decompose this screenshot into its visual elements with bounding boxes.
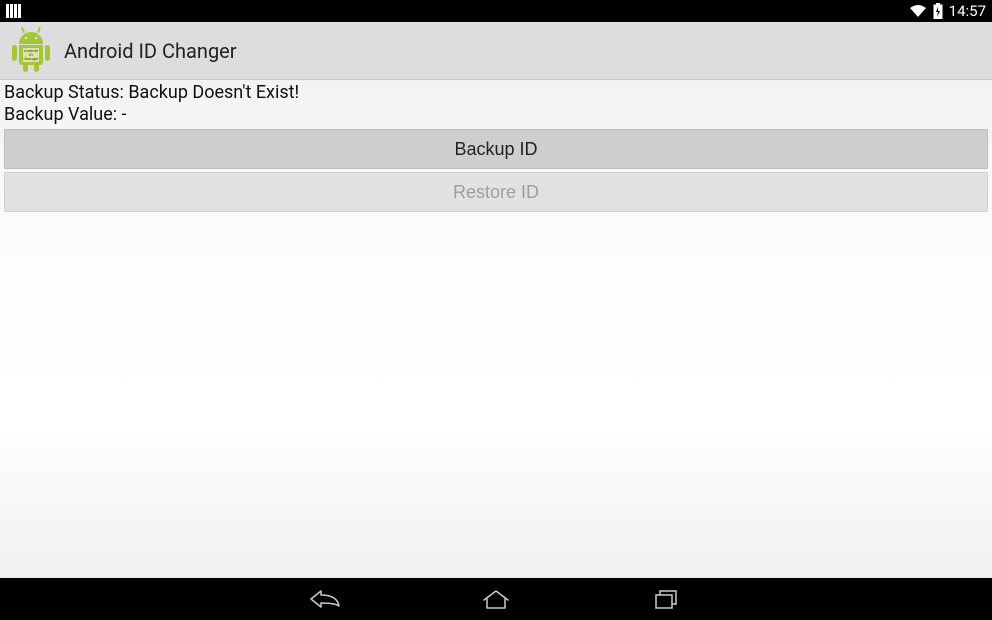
backup-status-value: Backup Doesn't Exist! <box>128 82 299 103</box>
backup-value-value: - <box>122 104 127 125</box>
content-area: Backup Status: Backup Doesn't Exist! Bac… <box>0 80 992 578</box>
backup-status-label: Backup Status: <box>4 82 128 103</box>
signal-icon <box>6 4 21 18</box>
backup-value-label: Backup Value: <box>4 104 122 125</box>
backup-status-line: Backup Status: Backup Doesn't Exist! <box>2 82 990 104</box>
wifi-icon <box>909 4 927 18</box>
recent-apps-button[interactable] <box>646 583 686 615</box>
backup-id-button[interactable]: Backup ID <box>4 129 988 169</box>
backup-value-line: Backup Value: - <box>2 104 990 126</box>
status-left <box>6 4 21 18</box>
status-right: 14:57 <box>909 2 986 20</box>
home-button[interactable] <box>476 583 516 615</box>
action-bar: AndroidIDChanger Android ID Changer <box>0 22 992 80</box>
status-clock: 14:57 <box>949 2 986 20</box>
navigation-bar <box>0 578 992 620</box>
restore-id-button: Restore ID <box>4 172 988 212</box>
app-title: Android ID Changer <box>64 39 237 63</box>
app-icon: AndroidIDChanger <box>10 30 52 72</box>
status-bar: 14:57 <box>0 0 992 22</box>
back-button[interactable] <box>306 583 346 615</box>
battery-charging-icon <box>933 3 943 19</box>
